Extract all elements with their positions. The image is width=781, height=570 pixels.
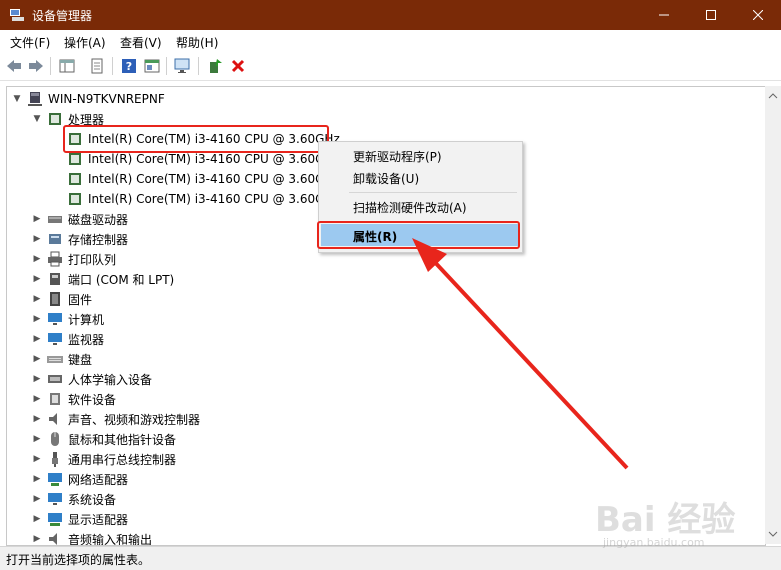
status-text: 打开当前选择项的属性表。: [6, 553, 151, 567]
annotation-arrow: [412, 238, 629, 470]
baidu-watermark-logo: Bai 经验: [595, 500, 736, 540]
status-bar: 打开当前选择项的属性表。: [0, 546, 781, 570]
baidu-watermark-url: jingyan.baidu.com: [603, 536, 705, 549]
